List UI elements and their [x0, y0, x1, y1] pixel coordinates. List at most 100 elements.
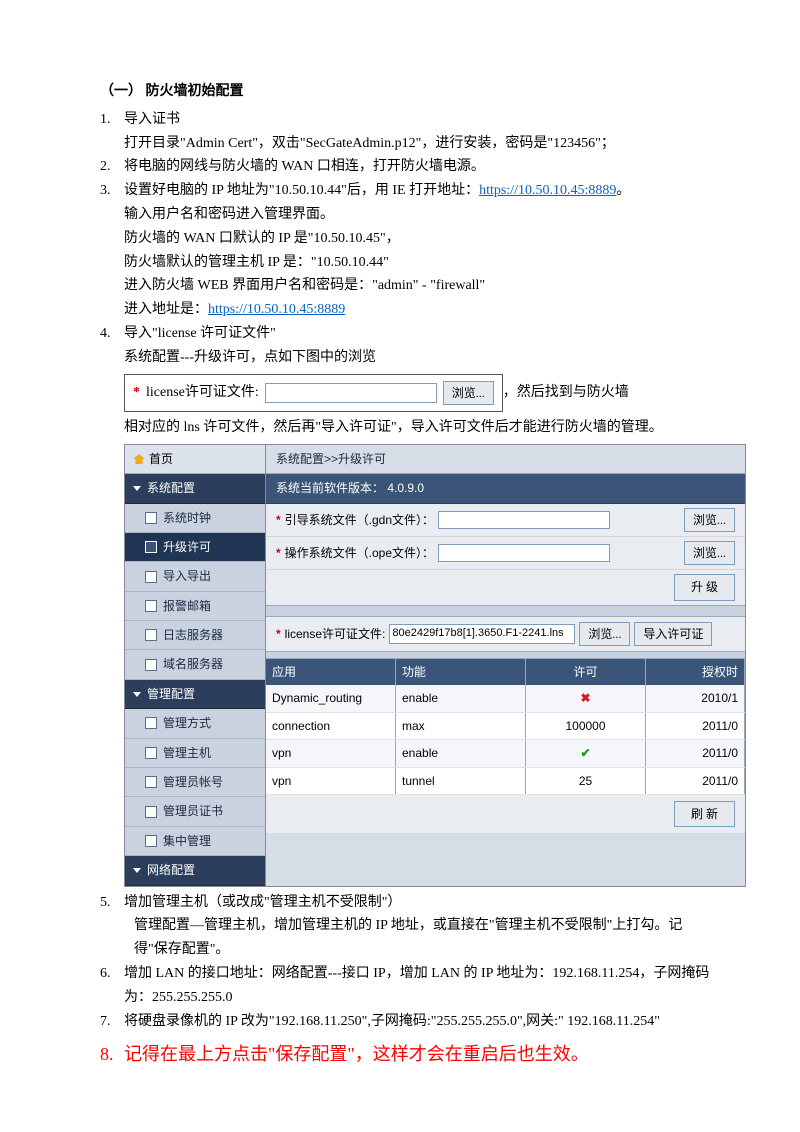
cell-auth: 2011/0: [646, 768, 745, 794]
license-file-box: * license许可证文件: 浏览...: [124, 374, 503, 412]
cell-app: Dynamic_routing: [266, 685, 396, 711]
table-row: vpn tunnel 25 2011/0: [266, 768, 745, 795]
license-label: license许可证文件:: [146, 381, 259, 405]
refresh-button[interactable]: 刷 新: [674, 801, 735, 827]
cell-func: enable: [396, 685, 526, 711]
page-icon: [145, 571, 157, 583]
page-icon: [145, 835, 157, 847]
url-link[interactable]: https://10.50.10.45:8889: [479, 183, 616, 198]
sidebar-item-label: 管理员帐号: [163, 772, 223, 792]
page-icon: [145, 776, 157, 788]
doc-heading: （一） 防火墙初始配置: [100, 80, 710, 104]
page-icon: [145, 806, 157, 818]
item-number: 3.: [100, 179, 124, 322]
sidebar-section-system[interactable]: 系统配置: [125, 474, 265, 503]
item-text: 增加管理主机（或改成"管理主机不受限制"）: [124, 891, 710, 915]
main-panel: 系统配置>>升级许可 系统当前软件版本： 4.0.9.0 * 引导系统文件（.g…: [266, 445, 745, 886]
item-text: 设置好电脑的 IP 地址为"10.50.10.44"后，用 IE 打开地址：: [124, 183, 479, 198]
item-number: 4.: [100, 322, 124, 891]
list-item-7: 7. 将硬盘录像机的 IP 改为"192.168.11.250",子网掩码:"2…: [100, 1010, 710, 1034]
sidebar-item-active[interactable]: 升级许可: [125, 533, 265, 562]
url-link[interactable]: https://10.50.10.45:8889: [208, 302, 345, 317]
item-number: 6.: [100, 962, 124, 1010]
cell-auth: 2011/0: [646, 740, 745, 766]
chevron-down-icon: [133, 692, 141, 697]
list-item-5: 5. 增加管理主机（或改成"管理主机不受限制"） 管理配置—管理主机，增加管理主…: [100, 891, 710, 962]
license-file-input[interactable]: 80e2429f17b8[1].3650.F1-2241.lns: [389, 624, 575, 644]
ope-file-row: * 操作系统文件（.ope文件）： 浏览...: [266, 537, 745, 570]
table-row: connection max 100000 2011/0: [266, 713, 745, 740]
item-number: 8.: [100, 1039, 124, 1070]
item-text: 相对应的 lns 许可文件，然后再"导入许可证"，导入许可文件后才能进行防火墙的…: [124, 416, 746, 440]
cross-icon: ✖: [580, 691, 590, 705]
browse-button[interactable]: 浏览...: [684, 508, 735, 532]
sidebar-item[interactable]: 集中管理: [125, 827, 265, 856]
item-text: 记得在最上方点击"保存配置"，这样才会在重启后也生效。: [124, 1039, 589, 1070]
item-text: 管理配置—管理主机，增加管理主机的 IP 地址，或直接在"管理主机不受限制"上打…: [124, 914, 710, 962]
sidebar-item[interactable]: 系统时钟: [125, 504, 265, 533]
sidebar-section-manage[interactable]: 管理配置: [125, 680, 265, 709]
license-row: * license许可证文件: 80e2429f17b8[1].3650.F1-…: [266, 617, 745, 652]
cell-lic: 100000: [526, 713, 646, 739]
page-icon: [145, 512, 157, 524]
cell-lic: 25: [526, 768, 646, 794]
chevron-down-icon: [133, 868, 141, 873]
sidebar-item[interactable]: 导入导出: [125, 562, 265, 591]
boot-file-label: 引导系统文件（.gdn文件）：: [285, 510, 434, 530]
cell-app: connection: [266, 713, 396, 739]
cell-func: tunnel: [396, 768, 526, 794]
browse-button[interactable]: 浏览...: [443, 381, 494, 405]
cell-auth: 2011/0: [646, 713, 745, 739]
item-text: 将电脑的网线与防火墙的 WAN 口相连，打开防火墙电源。: [124, 155, 710, 179]
sidebar-item[interactable]: 域名服务器: [125, 650, 265, 679]
sidebar-item-label: 集中管理: [163, 831, 211, 851]
required-asterisk: *: [276, 543, 281, 563]
cell-app: vpn: [266, 768, 396, 794]
item-text: 导入证书: [124, 108, 710, 132]
section-label: 网络配置: [147, 860, 195, 880]
page-icon: [145, 717, 157, 729]
item-text: 进入地址是：: [124, 302, 208, 317]
sidebar-item[interactable]: 管理员帐号: [125, 768, 265, 797]
item-text: 防火墙默认的管理主机 IP 是："10.50.10.44": [124, 251, 710, 275]
cell-app: vpn: [266, 740, 396, 766]
ope-file-input[interactable]: [438, 544, 610, 562]
upgrade-button[interactable]: 升 级: [674, 574, 735, 600]
page-icon: [145, 629, 157, 641]
browse-button[interactable]: 浏览...: [684, 541, 735, 565]
license-file-input[interactable]: [265, 383, 437, 403]
sidebar-item-label: 域名服务器: [163, 654, 223, 674]
sidebar-item[interactable]: 日志服务器: [125, 621, 265, 650]
sidebar-home[interactable]: 首页: [125, 445, 265, 474]
sidebar-item[interactable]: 报警邮箱: [125, 592, 265, 621]
required-asterisk: *: [276, 624, 281, 644]
item-text: 打开目录"Admin Cert"，双击"SecGateAdmin.p12"，进行…: [124, 132, 710, 156]
list-item-1: 1. 导入证书 打开目录"Admin Cert"，双击"SecGateAdmin…: [100, 108, 710, 156]
table-header: 应用 功能 许可 授权时: [266, 659, 745, 685]
item-text: 。: [616, 183, 630, 198]
table-row: Dynamic_routing enable ✖ 2010/1: [266, 685, 745, 712]
sidebar-item[interactable]: 管理方式: [125, 709, 265, 738]
item-text: 将硬盘录像机的 IP 改为"192.168.11.250",子网掩码:"255.…: [124, 1010, 710, 1034]
cell-func: max: [396, 713, 526, 739]
cell-auth: 2010/1: [646, 685, 745, 711]
sidebar: 首页 系统配置 系统时钟 升级许可 导入导出 报警邮箱 日志服务器 域名服务器 …: [125, 445, 266, 886]
home-label: 首页: [149, 449, 173, 469]
page-icon: [145, 747, 157, 759]
sidebar-item-label: 导入导出: [163, 566, 211, 586]
browse-button[interactable]: 浏览...: [579, 622, 630, 646]
sidebar-item[interactable]: 管理员证书: [125, 797, 265, 826]
section-label: 系统配置: [147, 478, 195, 498]
item-number: 5.: [100, 891, 124, 962]
sidebar-item-label: 系统时钟: [163, 508, 211, 528]
sidebar-item[interactable]: 管理主机: [125, 739, 265, 768]
item-text: 系统配置---升级许可，点如下图中的浏览: [124, 346, 746, 370]
required-asterisk: *: [133, 381, 140, 405]
item-text: ，然后找到与防火墙: [503, 381, 629, 405]
boot-file-input[interactable]: [438, 511, 610, 529]
import-license-button[interactable]: 导入许可证: [634, 622, 712, 646]
home-icon: [133, 454, 145, 464]
sidebar-section-network[interactable]: 网络配置: [125, 856, 265, 885]
item-text: 增加 LAN 的接口地址：网络配置---接口 IP，增加 LAN 的 IP 地址…: [124, 962, 710, 1010]
item-text: 防火墙的 WAN 口默认的 IP 是"10.50.10.45"，: [124, 227, 710, 251]
